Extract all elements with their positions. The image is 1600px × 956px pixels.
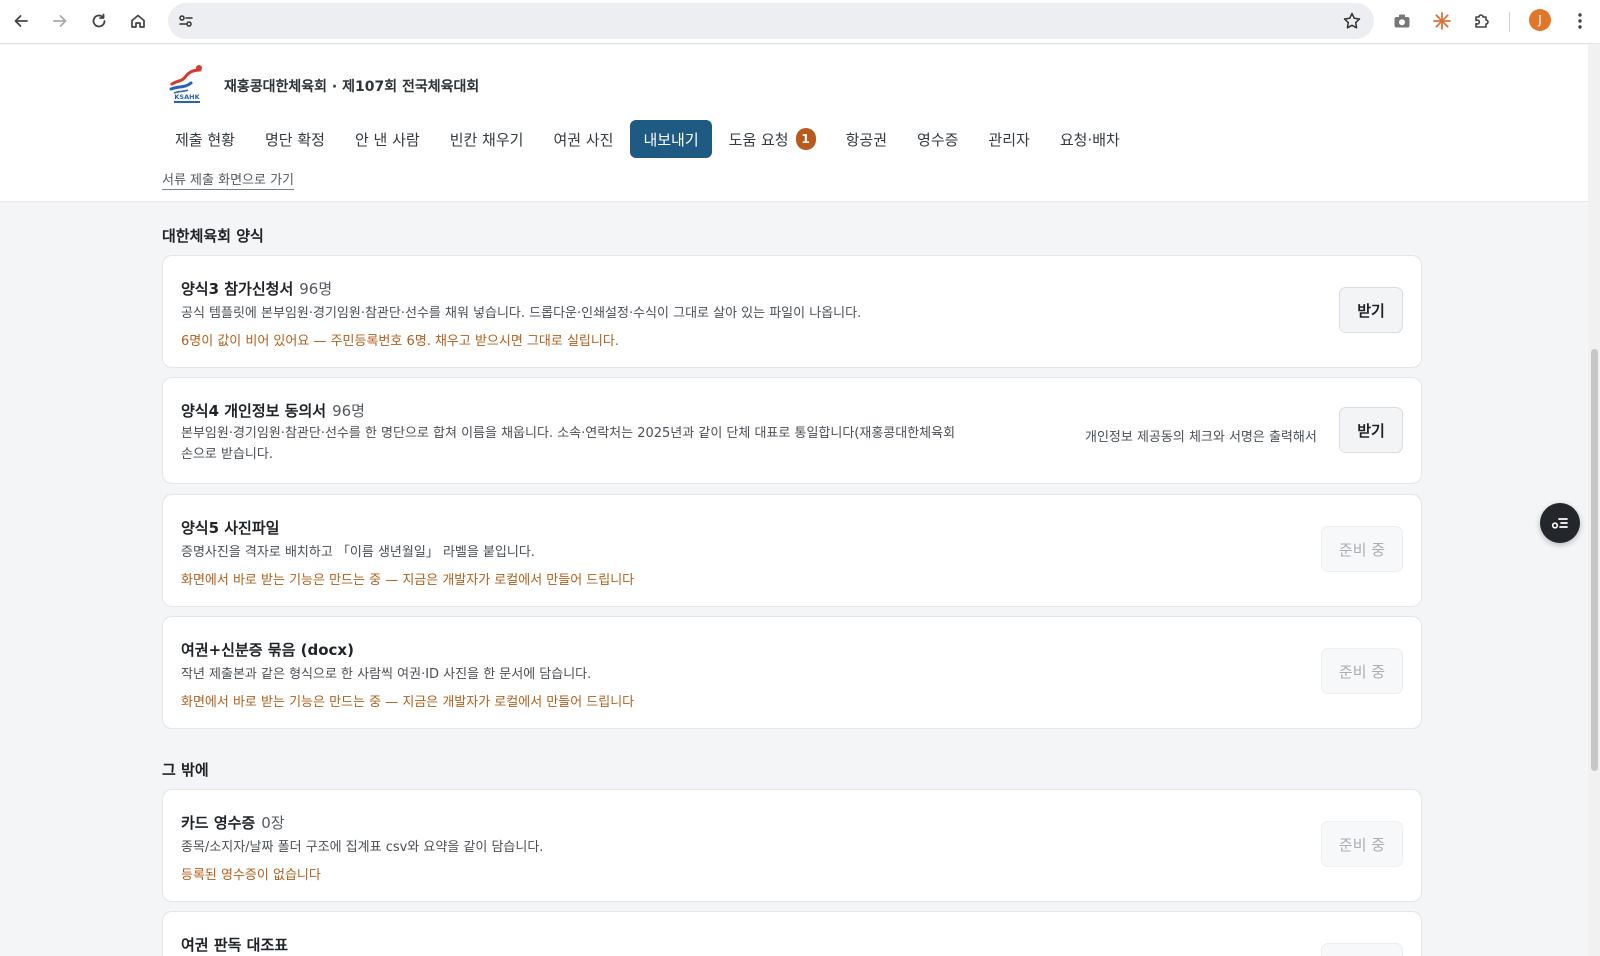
card-title: 양식4 개인정보 동의서 96명 bbox=[181, 400, 365, 421]
card-title: 카드 영수증 0장 bbox=[181, 812, 285, 833]
card-warning: 등록된 영수증이 없습니다 bbox=[181, 868, 321, 883]
card-title-text: 양식4 개인정보 동의서 bbox=[181, 402, 327, 420]
tab-passport-photos[interactable]: 여권 사진 bbox=[540, 120, 626, 158]
browser-toolbar: J bbox=[0, 0, 1600, 44]
preparing-button[interactable]: 준비 중 bbox=[1321, 648, 1403, 694]
card-count: 96명 bbox=[299, 280, 333, 298]
bookmark-star-icon[interactable] bbox=[1342, 11, 1362, 31]
card-count: 0장 bbox=[261, 814, 285, 832]
back-to-submission-link[interactable]: 서류 제출 화면으로 가기 bbox=[162, 169, 294, 190]
card-description-continued: 손으로 받습니다. bbox=[181, 447, 273, 462]
tab-not-submitted[interactable]: 안 낸 사람 bbox=[342, 120, 433, 158]
forward-arrow-icon[interactable] bbox=[47, 8, 73, 34]
export-card-passport-bundle: 여권+신분증 묶음 (docx) 작년 제출본과 같은 형식으로 한 사람씩 여… bbox=[162, 616, 1422, 729]
camera-icon[interactable] bbox=[1390, 9, 1414, 33]
logo-text: KSAHK bbox=[174, 93, 200, 101]
card-title-text: 카드 영수증 bbox=[181, 814, 256, 832]
card-description: 종목/소지자/날짜 폴더 구조에 집계표 csv와 요약을 같이 담습니다. bbox=[181, 840, 544, 855]
tab-submission-status[interactable]: 제출 현황 bbox=[162, 120, 248, 158]
home-icon[interactable] bbox=[125, 8, 151, 34]
preparing-button[interactable]: 준비 중 bbox=[1321, 821, 1403, 867]
card-title-text: 양식3 참가신청서 bbox=[181, 280, 294, 298]
section-title-others: 그 밖에 bbox=[162, 761, 209, 779]
export-card-card-receipts: 카드 영수증 0장 종목/소지자/날짜 폴더 구조에 집계표 csv와 요약을 같… bbox=[162, 789, 1422, 902]
sparkle-extension-icon[interactable] bbox=[1430, 9, 1454, 33]
profile-avatar[interactable]: J bbox=[1529, 9, 1551, 31]
card-description: 공식 템플릿에 본부임원·경기임원·참관단·선수를 채워 넣습니다. 드롭다운·… bbox=[181, 306, 862, 321]
download-button[interactable]: 받기 bbox=[1339, 407, 1403, 453]
scrollbar-thumb[interactable] bbox=[1591, 349, 1598, 771]
card-title: 양식5 사진파일 bbox=[181, 519, 280, 537]
chat-list-icon[interactable] bbox=[1540, 503, 1580, 543]
organization-logo: KSAHK bbox=[168, 62, 206, 104]
tab-fill-blanks[interactable]: 빈칸 채우기 bbox=[437, 120, 537, 158]
site-settings-icon[interactable] bbox=[176, 11, 196, 31]
section-title-kshk-forms: 대한체육회 양식 bbox=[162, 227, 264, 245]
address-bar[interactable] bbox=[168, 3, 1374, 39]
download-button[interactable]: 받기 bbox=[1339, 287, 1403, 333]
card-title: 양식3 참가신청서 96명 bbox=[181, 278, 332, 299]
export-card-form4: 양식4 개인정보 동의서 96명 본부임원·경기임원·참관단·선수를 한 명단으로… bbox=[162, 377, 1422, 484]
preparing-button[interactable]: 준비 중 bbox=[1321, 526, 1403, 572]
page-title: 재홍콩대한체육회 · 제107회 전국체육대회 bbox=[224, 79, 480, 95]
tab-flight-tickets[interactable]: 항공권 bbox=[833, 120, 900, 158]
card-side-note: 개인정보 제공동의 체크와 서명은 출력해서 bbox=[1085, 430, 1317, 445]
preparing-button[interactable] bbox=[1321, 943, 1403, 956]
puzzle-extensions-icon[interactable] bbox=[1470, 9, 1494, 33]
tab-roster-confirm[interactable]: 명단 확정 bbox=[252, 120, 338, 158]
card-description: 본부임원·경기임원·참관단·선수를 한 명단으로 합쳐 이름을 채웁니다. 소속… bbox=[181, 426, 956, 441]
card-title: 여권+신분증 묶음 (docx) bbox=[181, 641, 354, 659]
site-header: KSAHK 재홍콩대한체육회 · 제107회 전국체육대회 제출 현황 명단 확… bbox=[0, 45, 1588, 202]
export-card-passport-ocr-table: 여권 판독 대조표 bbox=[162, 911, 1422, 956]
tab-receipts[interactable]: 영수증 bbox=[904, 120, 971, 158]
card-count: 96명 bbox=[332, 402, 365, 420]
back-arrow-icon[interactable] bbox=[8, 8, 34, 34]
export-card-form3: 양식3 참가신청서 96명 공식 템플릿에 본부임원·경기임원·참관단·선수를 채… bbox=[162, 255, 1422, 368]
toolbar-divider bbox=[1509, 12, 1510, 32]
main-tabs: 제출 현황 명단 확정 안 낸 사람 빈칸 채우기 여권 사진 내보내기 도움 … bbox=[162, 120, 1137, 158]
card-description: 증명사진을 격자로 배치하고 「이름 생년월일」 라벨을 붙입니다. bbox=[181, 545, 535, 560]
export-card-form5: 양식5 사진파일 증명사진을 격자로 배치하고 「이름 생년월일」 라벨을 붙입… bbox=[162, 494, 1422, 607]
reload-icon[interactable] bbox=[86, 8, 112, 34]
card-warning: 화면에서 바로 받는 기능은 만드는 중 — 지금은 개발자가 로컬에서 만들어… bbox=[181, 695, 635, 710]
tab-export[interactable]: 내보내기 bbox=[630, 120, 712, 158]
card-title: 여권 판독 대조표 bbox=[181, 936, 289, 954]
card-description: 작년 제출본과 같은 형식으로 한 사람씩 여권·ID 사진을 한 문서에 담습… bbox=[181, 667, 592, 682]
tab-requests-dispatch[interactable]: 요청·배차 bbox=[1047, 120, 1133, 158]
tab-admin[interactable]: 관리자 bbox=[975, 120, 1042, 158]
tab-help-requests-label: 도움 요청 bbox=[728, 130, 789, 149]
notification-badge: 1 bbox=[795, 128, 816, 150]
card-warning: 화면에서 바로 받는 기능은 만드는 중 — 지금은 개발자가 로컬에서 만들어… bbox=[181, 573, 635, 588]
tab-help-requests[interactable]: 도움 요청 1 bbox=[716, 120, 829, 158]
card-warning: 6명이 값이 비어 있어요 — 주민등록번호 6명. 채우고 받으시면 그대로 … bbox=[181, 334, 619, 349]
more-vert-icon[interactable] bbox=[1568, 9, 1592, 33]
